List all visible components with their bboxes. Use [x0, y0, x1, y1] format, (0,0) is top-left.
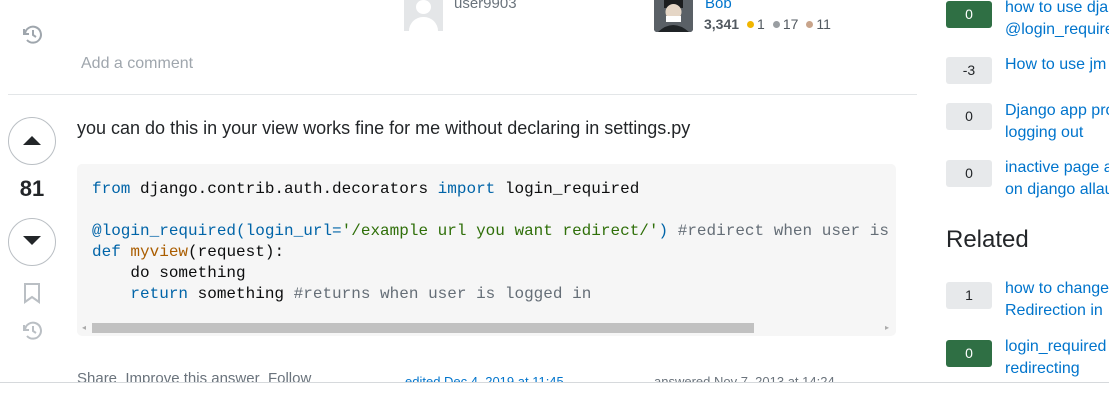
linked-score[interactable]: 0 — [946, 103, 992, 130]
linked-score[interactable]: 0 — [946, 160, 992, 187]
related-score[interactable]: 1 — [946, 282, 992, 309]
horizontal-scrollbar-thumb[interactable] — [92, 323, 754, 333]
scroll-left-arrow-icon[interactable]: ◂ — [82, 323, 86, 332]
silver-badge-count: 17 — [782, 16, 799, 32]
author-reputation: 3,341 1 17 11 — [704, 16, 831, 32]
author-avatar[interactable] — [654, 0, 693, 32]
answer-text: you can do this in your view works fine … — [77, 118, 691, 138]
gold-badge-count: 1 — [757, 16, 765, 32]
related-score[interactable]: 0 — [946, 340, 992, 367]
bronze-badge-icon — [806, 21, 814, 28]
question-history-icon[interactable] — [20, 23, 44, 47]
scroll-right-arrow-icon[interactable]: ▸ — [885, 323, 889, 332]
linked-question-link[interactable]: How to use jm — [1005, 54, 1109, 76]
linked-score[interactable]: -3 — [946, 57, 992, 84]
related-heading: Related — [946, 226, 1029, 253]
code-block[interactable]: from django.contrib.auth.decorators impo… — [77, 164, 896, 336]
answer-history-icon[interactable] — [20, 319, 44, 343]
editor-avatar[interactable] — [404, 0, 443, 31]
divider — [8, 94, 917, 95]
bookmark-icon[interactable] — [23, 282, 41, 309]
linked-score[interactable]: 0 — [946, 1, 992, 28]
add-comment-link[interactable]: Add a comment — [81, 55, 193, 73]
answer-score: 81 — [19, 176, 45, 201]
linked-question-link[interactable]: inactive page a on django allau — [1005, 157, 1109, 201]
code-content: from django.contrib.auth.decorators impo… — [92, 180, 889, 303]
bottom-overlay-bar — [0, 382, 1109, 406]
upvote-button[interactable] — [8, 117, 56, 165]
gold-badge-icon — [747, 21, 755, 28]
linked-question-link[interactable]: how to use dja @login_require — [1005, 0, 1109, 41]
reputation-score: 3,341 — [704, 16, 740, 32]
silver-badge-icon — [772, 21, 780, 28]
author-name-link[interactable]: Bob — [705, 0, 732, 12]
editor-name-link[interactable]: user9903 — [454, 0, 517, 12]
bronze-badge-count: 11 — [816, 16, 831, 32]
related-question-link[interactable]: login_required redirecting — [1005, 336, 1109, 380]
related-question-link[interactable]: how to change Redirection in — [1005, 278, 1109, 322]
downvote-button[interactable] — [8, 218, 56, 266]
linked-question-link[interactable]: Django app pro logging out — [1005, 100, 1109, 144]
